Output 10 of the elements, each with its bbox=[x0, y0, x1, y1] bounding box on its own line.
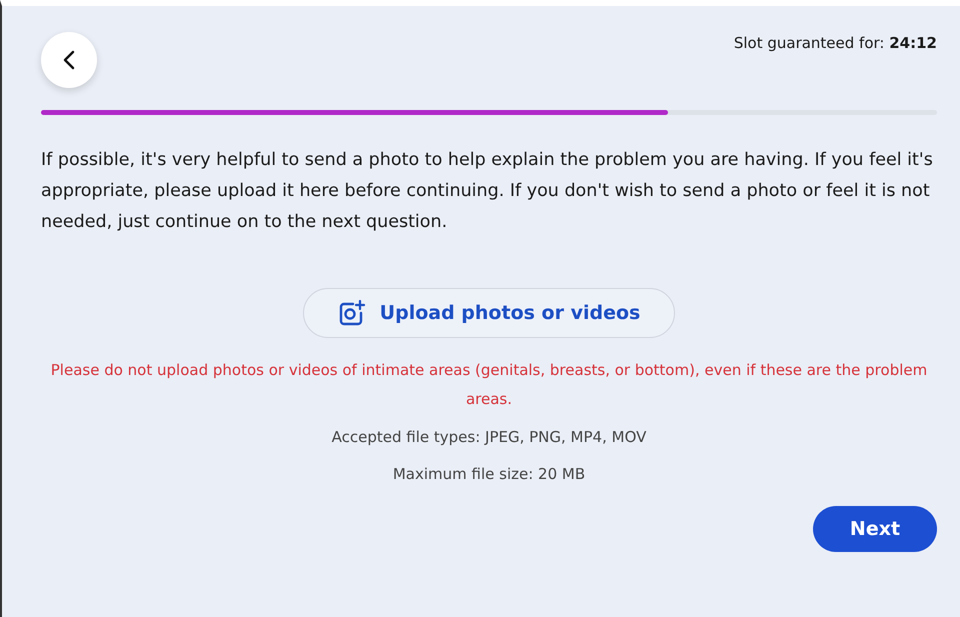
file-info-text: Accepted file types: JPEG, PNG, MP4, MOV bbox=[332, 427, 646, 448]
upload-button[interactable]: Upload photos or videos bbox=[302, 288, 676, 338]
chevron-left-icon bbox=[63, 50, 75, 70]
next-button[interactable]: Next bbox=[813, 506, 937, 552]
camera-plus-icon bbox=[338, 300, 366, 326]
warning-text: Please do not upload photos or videos of intimate areas (genitals, breasts, or bottom), even if these are the problem areas. bbox=[50, 360, 928, 410]
slot-timer: Slot guaranteed for: 24:12 bbox=[734, 34, 937, 52]
file-info-text: Maximum file size: 20 MB bbox=[392, 464, 586, 485]
instructions-text: If possible, it's very helpful to send a photo to help explain the problem you are having. If you feel it's appropriate, please upload it here before continuing. If you don't wish to send a photo or feel it is not needed, just continue on to the next question. bbox=[41, 149, 934, 234]
back-button[interactable] bbox=[41, 32, 97, 88]
